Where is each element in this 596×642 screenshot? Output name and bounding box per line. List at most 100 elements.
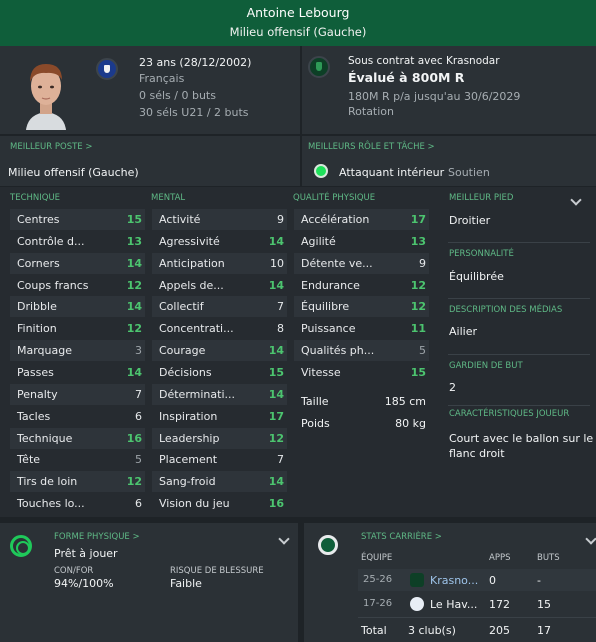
attribute-row[interactable]: Leadership 12: [152, 427, 287, 449]
attribute-label: Agressivité: [159, 234, 220, 248]
apps-cell: 0: [489, 574, 496, 587]
attribute-label: Endurance: [301, 278, 360, 292]
attribute-row[interactable]: Équilibre 12: [294, 296, 429, 318]
attribute-value: 10: [270, 256, 284, 270]
player-nationality: Français: [139, 72, 185, 85]
attribute-row[interactable]: Endurance 12: [294, 275, 429, 296]
goalkeeper-header: GARDIEN DE BUT: [449, 361, 523, 371]
attribute-label: Touches lo...: [17, 497, 85, 511]
total-apps: 205: [489, 624, 510, 637]
media-description-header: DESCRIPTION DES MÉDIAS: [449, 305, 563, 315]
attribute-row[interactable]: Collectif 7: [152, 296, 287, 318]
attribute-row[interactable]: Dribble 14: [10, 296, 145, 318]
attribute-row[interactable]: Inspiration 17: [152, 406, 287, 427]
best-position-header[interactable]: MEILLEUR POSTE >: [10, 142, 92, 152]
attribute-value: 17: [410, 213, 426, 226]
best-foot-value: Droitier: [449, 214, 491, 227]
total-goals: 17: [537, 624, 551, 637]
attribute-label: Appels de...: [159, 278, 224, 292]
attribute-row[interactable]: Vision du jeu 16: [152, 493, 287, 514]
nationality-flag-icon[interactable]: [96, 58, 118, 80]
fitness-header[interactable]: FORME PHYSIQUE >: [54, 532, 140, 542]
physical-header: QUALITÉ PHYSIQUE: [293, 193, 376, 203]
fitness-panel: FORME PHYSIQUE > Prêt à jouer CON/FOR 94…: [0, 523, 298, 642]
attribute-value: 13: [410, 234, 426, 248]
attribute-value: 14: [268, 278, 284, 292]
column-apps: APPS: [489, 553, 511, 563]
attribute-row[interactable]: Corners 14: [10, 252, 145, 274]
attribute-row[interactable]: Décisions 15: [152, 362, 287, 383]
traits-line-2: flanc droit: [449, 447, 505, 460]
attribute-row[interactable]: Agressivité 14: [152, 231, 287, 252]
attribute-label: Corners: [17, 256, 60, 270]
club-badge-icon: [410, 597, 424, 611]
attribute-row[interactable]: Passes 14: [10, 362, 145, 383]
contract-status[interactable]: Sous contrat avec Krasnodar: [348, 55, 500, 67]
attribute-row[interactable]: Anticipation 10: [152, 252, 287, 274]
attribute-row[interactable]: Puissance 11: [294, 318, 429, 339]
attribute-label: Puissance: [301, 322, 356, 336]
height-value: 185 cm: [384, 395, 426, 408]
club-link[interactable]: Le Hav...: [430, 598, 477, 611]
chevron-down-icon[interactable]: [278, 533, 290, 545]
club-badge-icon: [410, 573, 424, 587]
attribute-row[interactable]: Courage 14: [152, 340, 287, 362]
chevron-down-icon[interactable]: [570, 194, 582, 206]
player-age: 23 ans (28/12/2002): [139, 56, 252, 69]
career-header[interactable]: STATS CARRIÈRE >: [361, 532, 442, 542]
attribute-value: 3: [135, 344, 142, 358]
attribute-row[interactable]: Touches lo... 6: [10, 493, 145, 514]
attribute-row[interactable]: Déterminati... 14: [152, 383, 287, 405]
club-link[interactable]: Krasno...: [430, 574, 478, 587]
personality-value: Équilibrée: [449, 270, 504, 283]
attribute-row[interactable]: Activité 9: [152, 209, 287, 230]
attribute-label: Vitesse: [301, 365, 341, 379]
best-role-value: Attaquant intérieur: [339, 166, 445, 179]
attribute-row[interactable]: Technique 16: [10, 427, 145, 449]
attribute-label: Sang-froid: [159, 475, 216, 489]
attribute-row[interactable]: Penalty 7: [10, 383, 145, 405]
best-role-header[interactable]: MEILLEURS RÔLE ET TÂCHE >: [308, 142, 435, 152]
info-sidebar: MEILLEUR PIED Droitier PERSONNALITÉ Équi…: [441, 187, 596, 517]
attribute-row[interactable]: Concentrati... 8: [152, 318, 287, 339]
injury-risk-value: Faible: [170, 577, 202, 590]
divider: [448, 242, 590, 243]
attribute-row[interactable]: Coups francs 12: [10, 275, 145, 296]
best-role-panel: MEILLEURS RÔLE ET TÂCHE > Attaquant inté…: [302, 136, 596, 186]
attribute-value: 15: [410, 365, 426, 379]
injury-risk-label: RISQUE DE BLESSURE: [170, 566, 264, 576]
player-avatar: [18, 56, 74, 130]
attribute-value: 6: [135, 497, 142, 511]
attribute-label: Déterminati...: [159, 387, 235, 401]
attribute-row[interactable]: Agilité 13: [294, 231, 429, 252]
attribute-label: Dribble: [17, 300, 57, 314]
attribute-label: Inspiration: [159, 409, 218, 423]
attribute-row[interactable]: Accélération 17: [294, 209, 429, 230]
attribute-row[interactable]: Contrôle d... 13: [10, 231, 145, 252]
apps-cell: 172: [489, 598, 510, 611]
club-badge-icon[interactable]: [308, 56, 330, 78]
attribute-row[interactable]: Placement 7: [152, 449, 287, 470]
attribute-row[interactable]: Détente ve... 9: [294, 252, 429, 274]
attribute-row[interactable]: Tacles 6: [10, 406, 145, 427]
attribute-row[interactable]: Qualités ph... 5: [294, 340, 429, 362]
attribute-value: 14: [126, 256, 142, 270]
best-duty-value: Soutien: [448, 166, 490, 179]
attribute-value: 16: [126, 431, 142, 445]
attribute-row[interactable]: Tête 5: [10, 449, 145, 470]
best-position-value: Milieu offensif (Gauche): [8, 166, 139, 179]
attribute-row[interactable]: Marquage 3: [10, 340, 145, 362]
career-stats-panel: STATS CARRIÈRE > ÉQUIPE APPS BUTS 25-26 …: [304, 523, 596, 642]
attribute-row[interactable]: Finition 12: [10, 318, 145, 339]
football-icon: [318, 535, 338, 555]
attribute-value: 12: [268, 431, 284, 445]
attribute-row[interactable]: Centres 15: [10, 209, 145, 230]
attribute-row[interactable]: Sang-froid 14: [152, 471, 287, 493]
attribute-row[interactable]: Vitesse 15: [294, 362, 429, 383]
attribute-value: 16: [268, 497, 284, 511]
attribute-row[interactable]: Appels de... 14: [152, 275, 287, 296]
chevron-down-icon[interactable]: [585, 533, 596, 545]
senior-caps: 0 séls / 0 buts: [139, 89, 216, 102]
divider: [448, 354, 590, 355]
attribute-row[interactable]: Tirs de loin 12: [10, 471, 145, 493]
